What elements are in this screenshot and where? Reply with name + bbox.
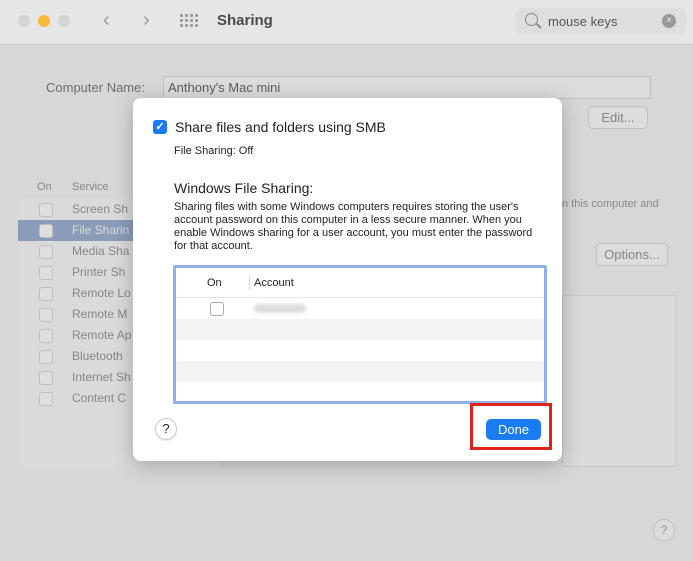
show-all-grid-icon[interactable]: [180, 14, 199, 27]
sheet-help-button[interactable]: ?: [155, 418, 177, 440]
column-header-account[interactable]: Account: [254, 277, 294, 289]
close-window-button[interactable]: [18, 15, 30, 27]
table-row: [176, 340, 544, 361]
minimize-window-button[interactable]: [38, 15, 50, 27]
windows-file-sharing-description: Sharing files with some Windows computer…: [174, 201, 533, 252]
table-row: [176, 319, 544, 340]
done-button-highlight: [470, 403, 552, 450]
zoom-window-button[interactable]: [58, 15, 70, 27]
redacted-account-name: [254, 304, 306, 313]
toolbar: ‹ › Sharing mouse keys ×: [0, 0, 693, 45]
smb-checkbox[interactable]: ✓: [153, 120, 167, 134]
column-divider: [249, 276, 250, 290]
search-input[interactable]: mouse keys: [548, 14, 617, 29]
account-checkbox[interactable]: [210, 302, 224, 316]
clear-search-icon[interactable]: ×: [662, 14, 676, 28]
back-button[interactable]: ‹: [103, 10, 110, 30]
file-sharing-status: File Sharing: Off: [174, 145, 254, 157]
system-preferences-window: ‹ › Sharing mouse keys × Computer Name: …: [0, 0, 693, 561]
table-row: [176, 361, 544, 382]
window-title: Sharing: [217, 12, 273, 29]
forward-button[interactable]: ›: [143, 10, 150, 30]
search-field[interactable]: mouse keys ×: [516, 8, 686, 34]
column-header-on[interactable]: On: [207, 277, 222, 289]
smb-checkbox-label[interactable]: Share files and folders using SMB: [175, 119, 386, 135]
accounts-table-header: On Account: [176, 268, 544, 298]
table-row[interactable]: [176, 298, 544, 319]
search-icon: [525, 13, 538, 26]
windows-file-sharing-title: Windows File Sharing:: [174, 180, 314, 196]
accounts-table: On Account: [173, 265, 547, 404]
